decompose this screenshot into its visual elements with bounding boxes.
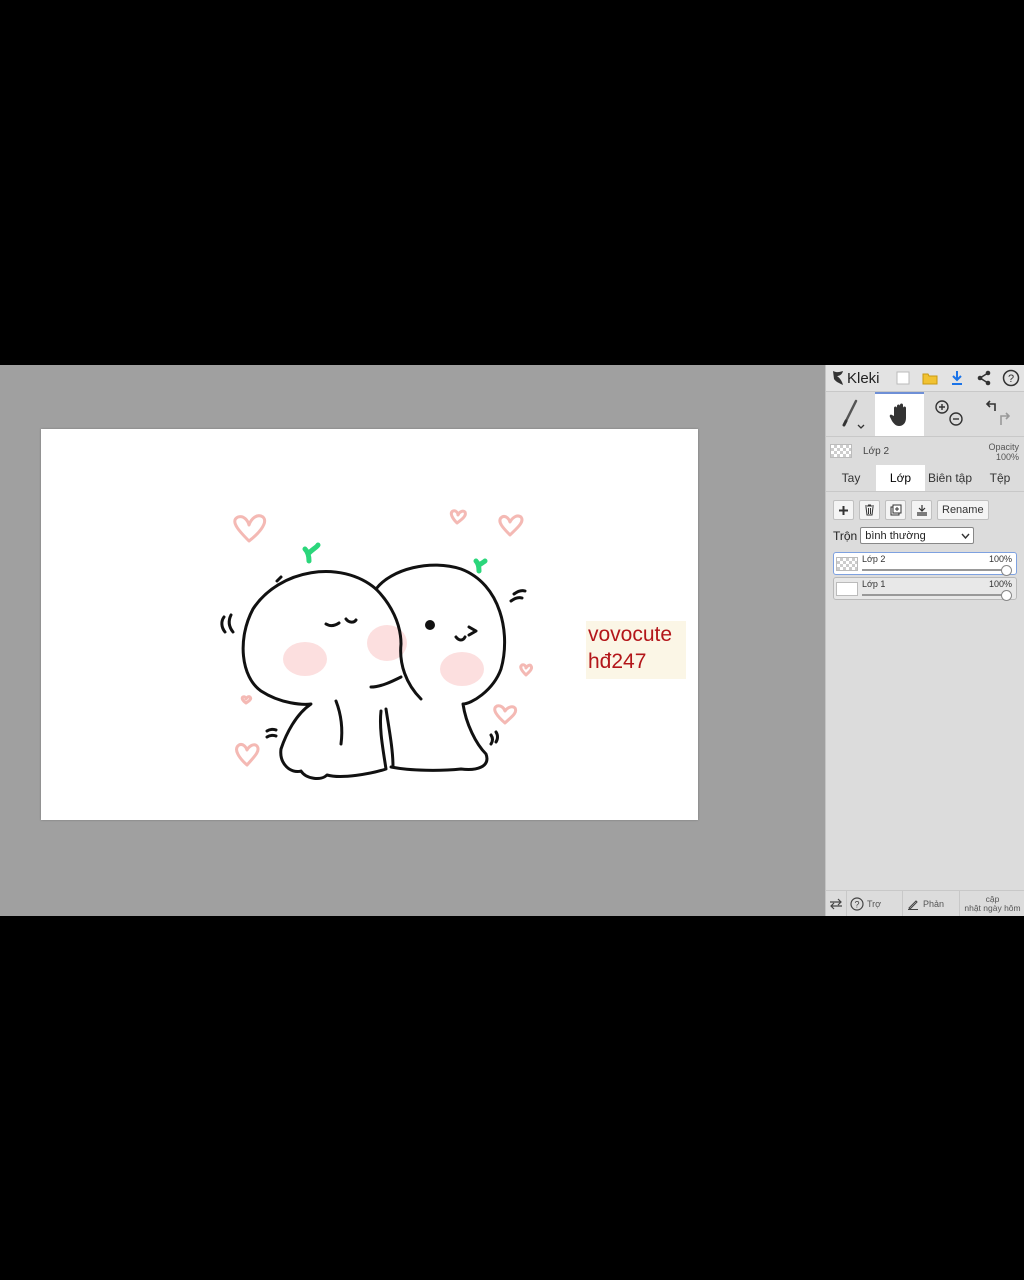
swap-side-button[interactable] (826, 891, 847, 916)
blend-mode-label: Trộn (833, 528, 858, 543)
layer-name: Lớp 2 (862, 554, 886, 564)
folder-icon (922, 373, 937, 385)
current-layer-name: Lớp 2 (863, 445, 890, 457)
update-line-2: nhật ngày hôm (964, 902, 1021, 913)
tab-layers[interactable]: Lớp (876, 465, 925, 491)
opacity-value: 100% (995, 452, 1019, 462)
canvas-area[interactable]: vovocute hđ247 (0, 365, 825, 916)
download-icon (951, 371, 962, 385)
blend-mode-row: Trộn bình thường (833, 527, 1024, 544)
duplicate-layer-button[interactable] (885, 500, 906, 520)
layer-thumbnail (836, 557, 858, 571)
rename-layer-button[interactable]: Rename (937, 500, 989, 520)
layer-name: Lớp 1 (862, 579, 886, 589)
plus-icon (839, 505, 848, 515)
duplicate-icon (890, 504, 901, 516)
add-layer-button[interactable] (833, 500, 854, 520)
app-logo[interactable]: Kleki (831, 370, 889, 387)
kleki-logo-icon (833, 371, 843, 385)
tab-hand[interactable]: Tay (826, 465, 876, 491)
new-image-icon (896, 371, 909, 385)
layer-opacity-slider[interactable] (862, 594, 1006, 596)
merge-layer-button[interactable] (911, 500, 932, 520)
layer-actions: Rename (833, 500, 1024, 520)
tool-row (826, 392, 1024, 437)
blend-mode-select[interactable]: bình thường (860, 527, 975, 544)
share-icon (977, 370, 990, 386)
help-link[interactable]: ? Trợ (847, 891, 903, 916)
tab-file[interactable]: Tệp (975, 465, 1024, 491)
brush-tool[interactable] (826, 392, 875, 436)
trash-icon (865, 504, 874, 516)
layer-opacity-slider[interactable] (862, 569, 1006, 571)
layer-thumbnail (836, 582, 858, 596)
current-layer-thumbnail (830, 444, 852, 458)
layer-opacity-handle[interactable] (1001, 590, 1012, 601)
current-layer-info: Lớp 2 Opacity 100% (826, 437, 1024, 465)
feedback-link[interactable]: Phản (903, 891, 960, 916)
swap-arrows-icon (830, 898, 842, 909)
watermark-line-2: hđ247 (588, 650, 647, 673)
svg-text:?: ? (854, 899, 859, 909)
layer-list: Lớp 2 100% Lớp 1 100% (833, 552, 1017, 601)
brush-icon (842, 399, 864, 429)
panel-footer: ? Trợ Phản cập nhật ngày hôm (826, 890, 1024, 916)
download-button[interactable] (943, 365, 970, 391)
layer-item-1[interactable]: Lớp 1 100% (833, 577, 1017, 601)
side-panel: Kleki ? Lớp 2 Opacity 100% Tay Lớp Biên … (825, 365, 1024, 916)
top-bar: Kleki ? (826, 365, 1024, 392)
hand-tool[interactable] (875, 392, 924, 436)
opacity-label: Opacity (988, 442, 1019, 452)
share-button[interactable] (970, 365, 997, 391)
open-file-button[interactable] (916, 365, 943, 391)
layer-opacity-handle[interactable] (1001, 565, 1012, 576)
layer-item-2[interactable]: Lớp 2 100% (833, 552, 1017, 576)
feedback-label: Phản (923, 898, 945, 909)
tab-edit[interactable]: Biên tập (925, 465, 975, 491)
watermark-line-1: vovocute (588, 623, 673, 646)
hand-icon (889, 403, 906, 426)
watermark-text: vovocute hđ247 (586, 621, 686, 679)
svg-text:?: ? (1007, 373, 1013, 385)
help-button[interactable]: ? (997, 365, 1024, 391)
app-window: vovocute hđ247 Kleki ? Lớp 2 Opacity 100… (0, 365, 1024, 916)
help-icon: ? (1002, 369, 1019, 387)
zoom-icon (934, 400, 963, 426)
help-label: Trợ (867, 898, 882, 909)
feedback-pencil-icon (908, 899, 918, 910)
question-circle-icon: ? (850, 896, 864, 911)
panel-tabs: Tay Lớp Biên tập Tệp (826, 465, 1024, 492)
delete-layer-button[interactable] (859, 500, 880, 520)
new-image-button[interactable] (889, 365, 916, 391)
merge-down-icon (916, 505, 927, 516)
layer-opacity: 100% (988, 579, 1012, 589)
chevron-down-icon (961, 533, 970, 539)
app-name: Kleki (847, 369, 880, 387)
layer-opacity: 100% (988, 554, 1012, 564)
current-layer-opacity: Opacity 100% (988, 442, 1019, 462)
undo-redo-tool[interactable] (973, 392, 1022, 436)
undo-redo-icon (985, 400, 1010, 425)
blend-mode-value: bình thường (865, 529, 926, 542)
update-link[interactable]: cập nhật ngày hôm (960, 894, 1024, 913)
drawing-canvas[interactable]: vovocute hđ247 (41, 429, 698, 820)
zoom-tool[interactable] (924, 392, 973, 436)
